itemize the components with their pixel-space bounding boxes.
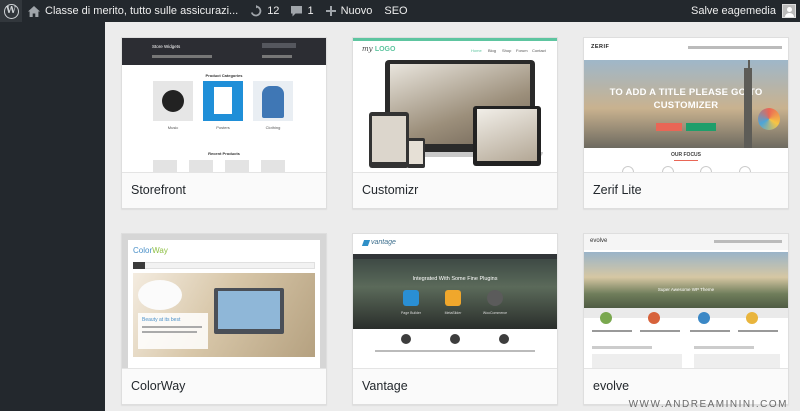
theme-card-storefront[interactable]: Store Widgets Product Categories Music P… xyxy=(121,37,327,209)
comments-menu[interactable]: 1 xyxy=(285,0,319,22)
new-label: Nuovo xyxy=(340,5,373,17)
theme-card-zerif-lite[interactable]: ZERIF TO ADD A TITLE PLEASE GO TO CUSTOM… xyxy=(583,37,789,209)
site-title: Classe di merito, tutto sulle assicurazi… xyxy=(45,5,239,17)
admin-bar: W Classe di merito, tutto sulle assicura… xyxy=(0,0,800,22)
plus-icon xyxy=(325,6,336,16)
comments-count: 1 xyxy=(307,5,314,17)
theme-screenshot[interactable]: ZERIF TO ADD A TITLE PLEASE GO TO CUSTOM… xyxy=(584,38,788,172)
theme-card-colorway[interactable]: ColorWay Beauty at its best ColorWay xyxy=(121,233,327,405)
theme-screenshot[interactable]: my LOGO Home Blog Shop Forum Contact xyxy=(353,38,557,172)
theme-card-vantage[interactable]: vantage Integrated With Some Fine Plugin… xyxy=(352,233,558,405)
updates-icon xyxy=(250,5,262,17)
theme-name: ColorWay xyxy=(122,368,326,404)
theme-name: Vantage xyxy=(353,368,557,404)
theme-card-customizr[interactable]: my LOGO Home Blog Shop Forum Contact Cus… xyxy=(352,37,558,209)
comment-bubble-icon xyxy=(291,5,303,17)
theme-screenshot[interactable]: Store Widgets Product Categories Music P… xyxy=(122,38,326,172)
home-icon xyxy=(28,5,40,17)
avatar xyxy=(782,4,796,18)
theme-screenshot[interactable]: evolve Super Awesome WP Theme xyxy=(584,234,788,368)
theme-name: Customizr xyxy=(353,172,557,208)
theme-name: Storefront xyxy=(122,172,326,208)
theme-name: Zerif Lite xyxy=(584,172,788,208)
updates-count: 12 xyxy=(267,5,280,17)
theme-card-evolve[interactable]: evolve Super Awesome WP Theme evolve xyxy=(583,233,789,405)
theme-screenshot[interactable]: ColorWay Beauty at its best xyxy=(122,234,326,368)
theme-screenshot[interactable]: vantage Integrated With Some Fine Plugin… xyxy=(353,234,557,368)
wordpress-logo-icon: W xyxy=(3,3,19,19)
site-name-menu[interactable]: Classe di merito, tutto sulle assicurazi… xyxy=(22,0,244,22)
account-greeting: Salve eagemedia xyxy=(690,5,776,17)
my-account-menu[interactable]: Salve eagemedia xyxy=(685,0,800,22)
wordpress-logo-menu[interactable]: W xyxy=(0,0,22,22)
admin-sidebar xyxy=(0,22,105,411)
new-content-menu[interactable]: Nuovo xyxy=(320,0,379,22)
seo-menu[interactable]: SEO xyxy=(378,0,413,22)
watermark: WWW.ANDREAMININI.COM xyxy=(628,399,788,410)
updates-menu[interactable]: 12 xyxy=(244,0,285,22)
seo-label: SEO xyxy=(384,5,408,17)
